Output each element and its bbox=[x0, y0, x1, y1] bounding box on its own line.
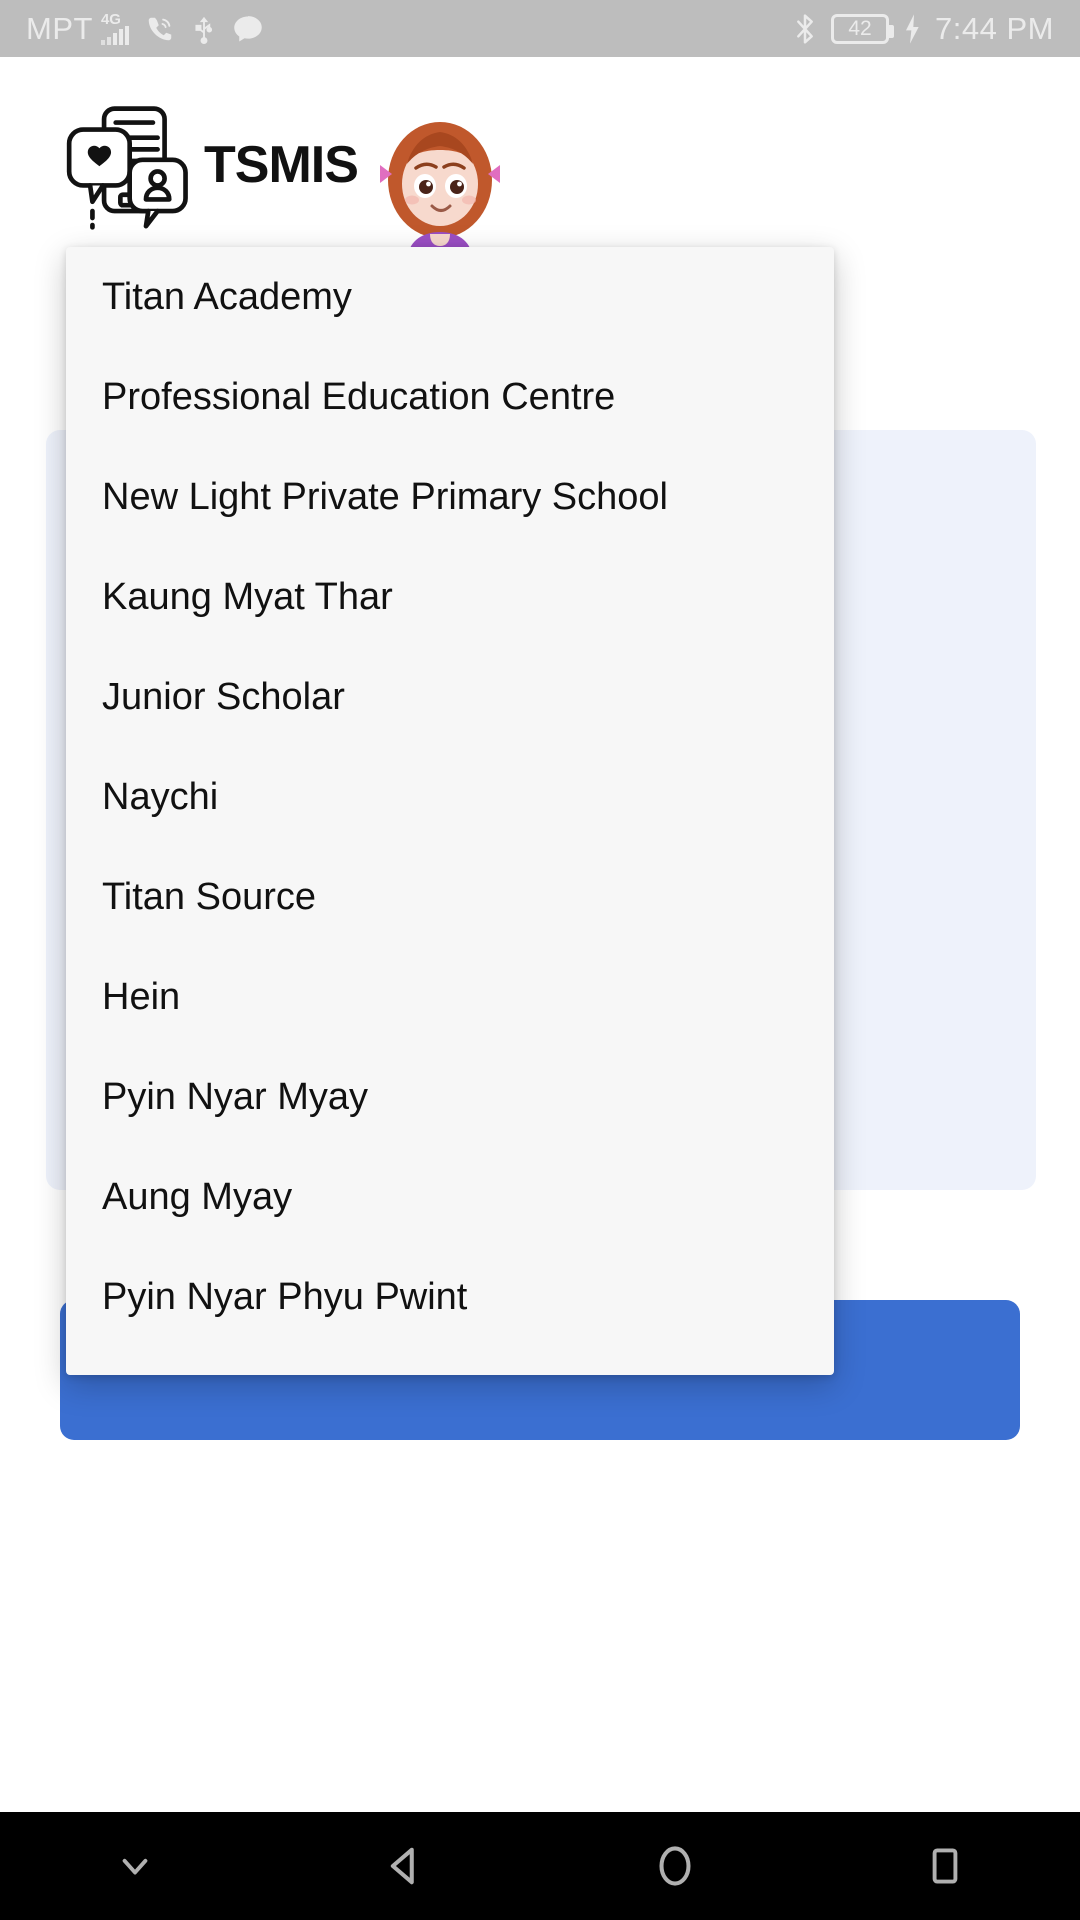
usb-icon bbox=[191, 14, 217, 44]
dropdown-item-4[interactable]: Junior Scholar bbox=[66, 647, 834, 747]
dropdown-item-label: Pyin Nyar Myay bbox=[102, 1076, 369, 1118]
dropdown-item-1[interactable]: Professional Education Centre bbox=[66, 347, 834, 447]
status-bar-right: 42 7:44 PM bbox=[793, 13, 1054, 45]
dropdown-item-label: Titan Academy bbox=[102, 276, 352, 318]
signal-bars-icon: 4G bbox=[100, 11, 129, 45]
dropdown-item-10[interactable]: Pyin Nyar Phyu Pwint bbox=[66, 1247, 834, 1347]
signal-strength-bars bbox=[100, 26, 129, 45]
status-bar: MPT 4G 42 7:44 PM bbox=[0, 0, 1080, 57]
dropdown-item-label: Pyin Nyar Phyu Pwint bbox=[102, 1276, 468, 1318]
dropdown-item-5[interactable]: Naychi bbox=[66, 747, 834, 847]
dropdown-item-label: Professional Education Centre bbox=[102, 376, 616, 418]
school-select-dropdown[interactable]: Titan Academy Professional Education Cen… bbox=[66, 247, 834, 1375]
app-name-label: TSMIS bbox=[204, 135, 359, 194]
bluetooth-icon bbox=[793, 13, 817, 45]
dropdown-item-8[interactable]: Pyin Nyar Myay bbox=[66, 1047, 834, 1147]
battery-icon: 42 bbox=[831, 13, 895, 44]
recents-icon[interactable] bbox=[810, 1812, 1080, 1920]
clock-label: 7:44 PM bbox=[935, 11, 1054, 46]
home-icon[interactable] bbox=[540, 1812, 810, 1920]
dropdown-item-label: Aung Myay bbox=[102, 1176, 293, 1218]
dropdown-item-7[interactable]: Hein bbox=[66, 947, 834, 1047]
dropdown-item-label: New Light Private Primary School bbox=[102, 476, 668, 518]
dropdown-item-label: Titan Source bbox=[102, 876, 317, 918]
dropdown-item-0[interactable]: Titan Academy bbox=[66, 247, 834, 347]
dropdown-item-3[interactable]: Kaung Myat Thar bbox=[66, 547, 834, 647]
dropdown-item-label: Kaung Myat Thar bbox=[102, 576, 393, 618]
viber-call-icon bbox=[145, 14, 175, 44]
battery-percent-label: 42 bbox=[848, 17, 872, 40]
dropdown-item-label: Junior Scholar bbox=[102, 676, 345, 718]
tsmis-chat-phone-logo bbox=[62, 97, 202, 232]
dropdown-item-9[interactable]: Aung Myay bbox=[66, 1147, 834, 1247]
carrier-label: MPT bbox=[26, 11, 93, 46]
dropdown-item-label: Naychi bbox=[102, 776, 219, 818]
network-type-label: 4G bbox=[100, 11, 121, 28]
status-bar-left: MPT 4G bbox=[26, 12, 263, 45]
dropdown-item-2[interactable]: New Light Private Primary School bbox=[66, 447, 834, 547]
dropdown-item-6[interactable]: Titan Source bbox=[66, 847, 834, 947]
android-navigation-bar bbox=[0, 1812, 1080, 1920]
hide-keyboard-icon[interactable] bbox=[0, 1812, 270, 1920]
phone-screen: MPT 4G 42 7:44 PM TSMIS Titan Academy Pr… bbox=[0, 0, 1080, 1920]
dropdown-item-label: Hein bbox=[102, 976, 181, 1018]
back-icon[interactable] bbox=[270, 1812, 540, 1920]
charging-bolt-icon bbox=[903, 13, 921, 45]
message-bubble-icon bbox=[233, 15, 263, 43]
brand-lockup: TSMIS bbox=[62, 97, 359, 232]
